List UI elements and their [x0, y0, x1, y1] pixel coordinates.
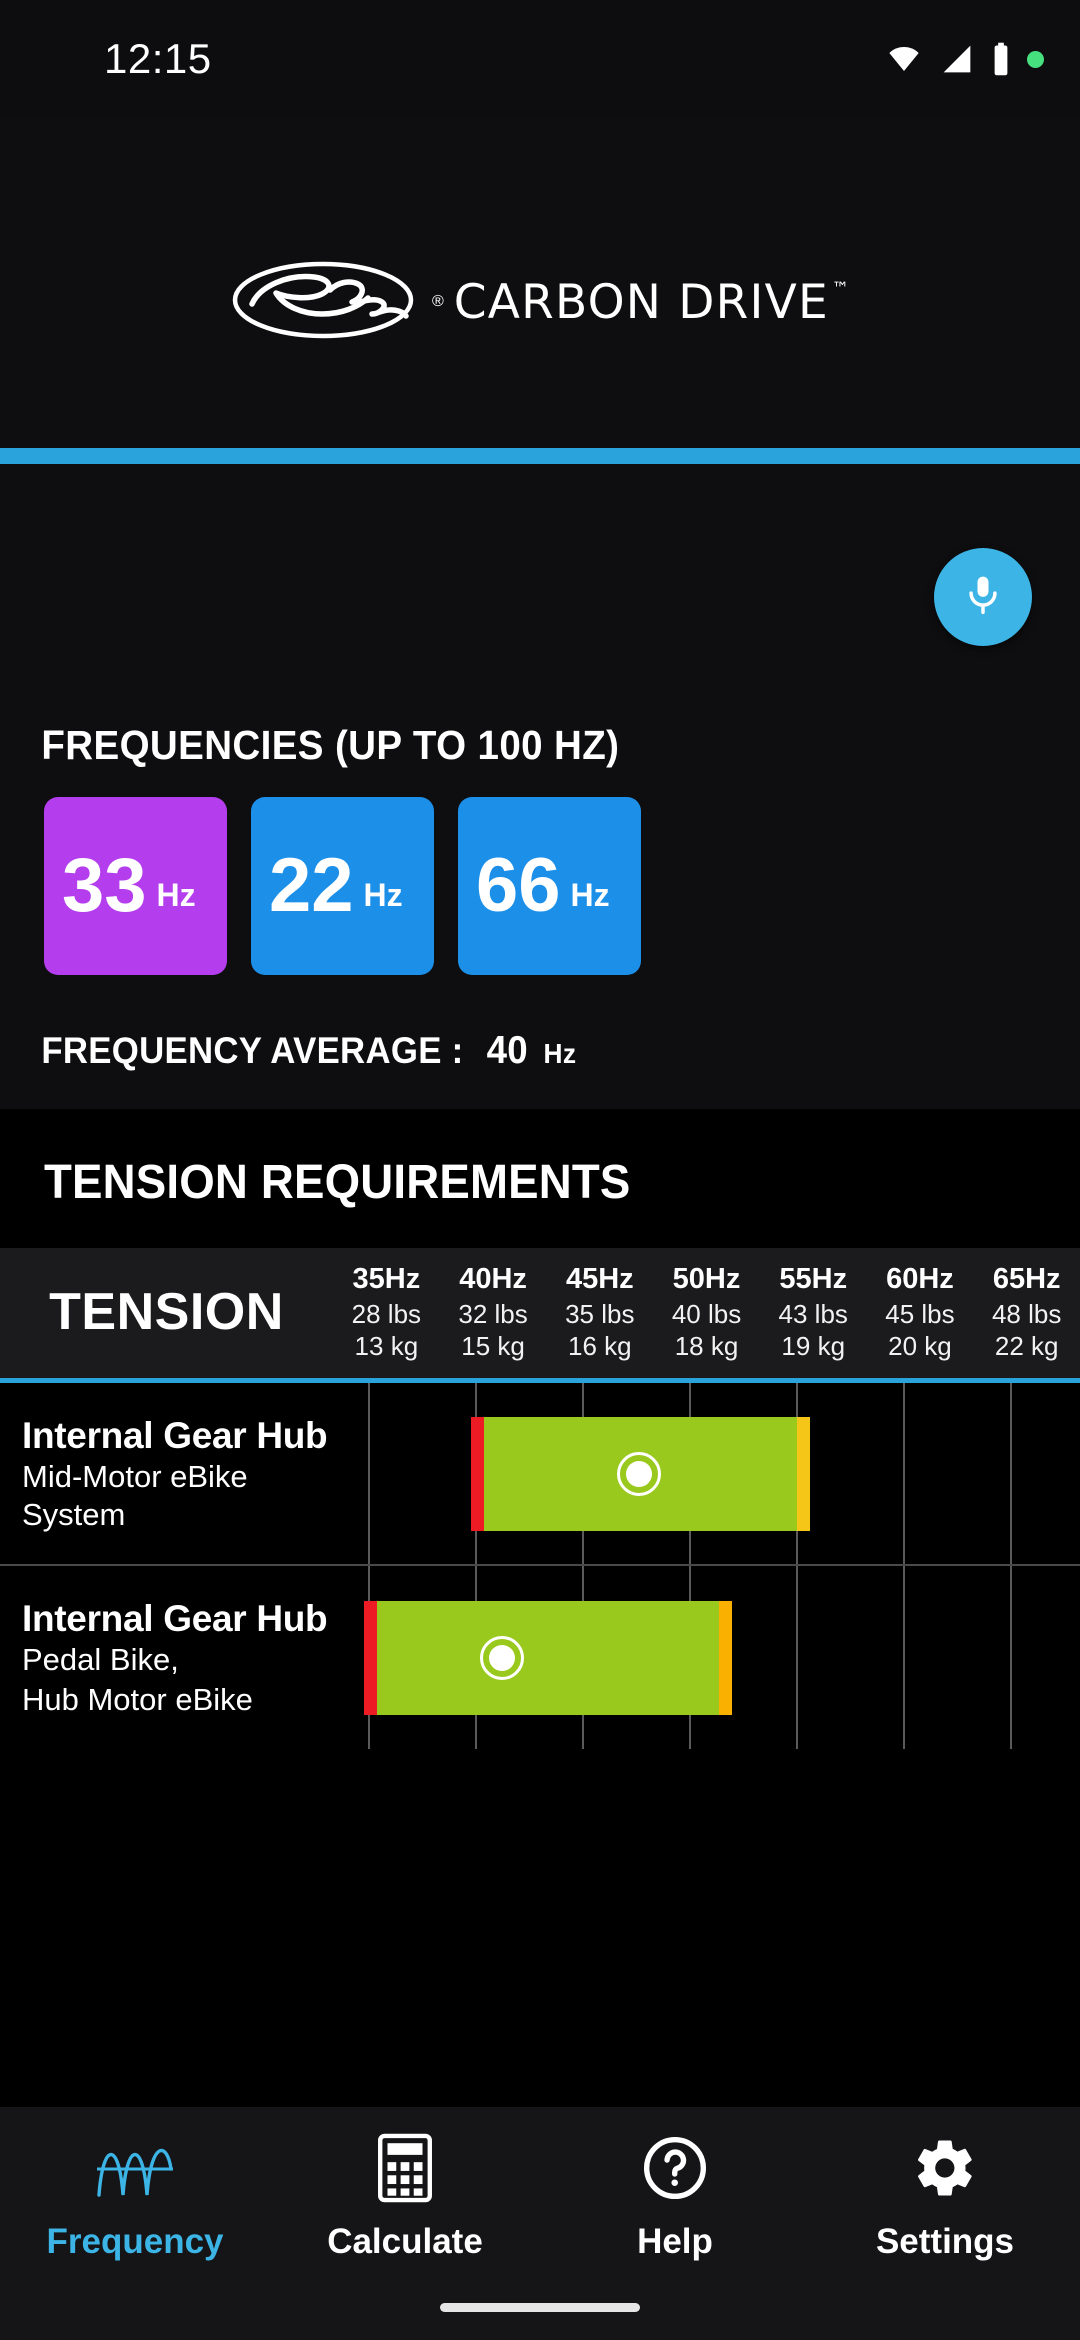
gear-icon — [912, 2133, 978, 2208]
chart-row-title: Internal Gear Hub — [22, 1598, 328, 1640]
cell-signal-icon — [939, 43, 975, 75]
chart-range-bar — [364, 1600, 732, 1715]
frequency-chip-unit: Hz — [570, 876, 610, 913]
nav-item-help[interactable]: Help — [540, 2133, 810, 2262]
frequency-average-unit: Hz — [543, 1038, 577, 1069]
tension-column-hz: 55Hz — [779, 1263, 848, 1295]
chart-bar-start-cap — [471, 1416, 484, 1531]
frequency-chip-unit: Hz — [156, 876, 196, 913]
tension-column: 45Hz 35 lbs 16 kg — [546, 1262, 653, 1362]
tension-column-lbs: 48 lbs — [991, 1298, 1062, 1329]
chart-row-label: Internal Gear Hub Pedal Bike, Hub Motor … — [0, 1598, 333, 1718]
tension-column: 40Hz 32 lbs 15 kg — [440, 1262, 547, 1362]
nav-item-settings[interactable]: Settings — [810, 2133, 1080, 2262]
product-name: CARBON DRIVE — [453, 274, 829, 330]
home-indicator[interactable] — [440, 2303, 640, 2312]
tension-requirements-title: TENSION REQUIREMENTS — [44, 1156, 631, 1209]
bottom-navigation-bar: Frequency Calculate Help Settings — [0, 2107, 1080, 2340]
chart-bar-start-cap — [364, 1600, 377, 1715]
frequency-chip-value: 66 — [476, 843, 561, 928]
nav-item-help-label: Help — [637, 2222, 713, 2261]
chart-row-title: Internal Gear Hub — [22, 1415, 328, 1457]
chart-row[interactable]: Internal Gear Hub Mid-Motor eBike System — [0, 1383, 1080, 1567]
status-bar: 12:15 — [0, 0, 1080, 118]
status-bar-icons — [885, 42, 1044, 76]
frequency-panel: FREQUENCIES (UP TO 100 HZ) 33 Hz 22 Hz 6… — [0, 464, 1080, 1109]
frequency-average-label: FREQUENCY AVERAGE : — [41, 1030, 464, 1071]
calculator-icon — [374, 2133, 436, 2208]
tension-column: 35Hz 28 lbs 13 kg — [333, 1262, 440, 1362]
question-circle-icon — [641, 2133, 709, 2208]
frequency-readings-list: 33 Hz 22 Hz 66 Hz — [0, 769, 1080, 975]
battery-icon — [991, 42, 1011, 76]
chart-row-subtitle-line1: Pedal Bike, — [22, 1642, 179, 1678]
nav-item-frequency[interactable]: Frequency — [0, 2133, 270, 2262]
tension-column-lbs: 45 lbs — [885, 1298, 955, 1329]
trademark-mark: ™ — [831, 278, 851, 299]
nav-item-settings-label: Settings — [875, 2222, 1015, 2261]
brand-divider — [0, 448, 1080, 464]
tension-column-hz: 35Hz — [352, 1263, 421, 1295]
chart-row-label: Internal Gear Hub Mid-Motor eBike System — [0, 1415, 333, 1533]
tension-table-header-row: TENSION 35Hz 28 lbs 13 kg 40Hz 32 lbs 15… — [0, 1248, 1080, 1379]
chart-target-marker — [480, 1635, 524, 1680]
nav-item-frequency-label: Frequency — [46, 2222, 224, 2261]
tension-column-lbs: 40 lbs — [671, 1298, 742, 1329]
frequency-chip[interactable]: 22 Hz — [251, 797, 434, 975]
chart-bar-body — [377, 1600, 719, 1715]
tension-column: 60Hz 45 lbs 20 kg — [867, 1262, 974, 1362]
gates-oval-logo-icon — [230, 260, 422, 344]
frequency-chip-value: 22 — [269, 843, 354, 928]
tension-column-hz: 50Hz — [672, 1263, 741, 1295]
carbon-drive-wordmark: CARBON DRIVE ™ — [454, 275, 850, 330]
frequency-chip[interactable]: 33 Hz — [44, 797, 227, 975]
tension-column-kg: 22 kg — [994, 1331, 1059, 1362]
tension-column: 50Hz 40 lbs 18 kg — [653, 1262, 760, 1362]
chart-bar-body — [484, 1416, 797, 1531]
tension-column-kg: 19 kg — [781, 1331, 846, 1362]
wifi-icon — [885, 43, 923, 75]
tension-column-hz: 40Hz — [459, 1263, 527, 1295]
frequency-average-value: 40 — [486, 1029, 528, 1072]
chart-range-bar — [471, 1416, 810, 1531]
tension-column-hz: 45Hz — [565, 1263, 634, 1295]
tension-requirements-header: TENSION REQUIREMENTS — [0, 1109, 1080, 1248]
tension-column-kg: 15 kg — [461, 1331, 525, 1362]
tension-column-lbs: 28 lbs — [351, 1298, 422, 1329]
chart-bar-end-cap — [797, 1416, 810, 1531]
tension-column-hz: 60Hz — [886, 1263, 954, 1295]
tension-column-lbs: 32 lbs — [458, 1298, 528, 1329]
tension-chart: Internal Gear Hub Mid-Motor eBike System… — [0, 1383, 1080, 1750]
chart-target-marker — [617, 1451, 661, 1496]
waveform-icon — [89, 2133, 181, 2208]
tension-column-kg: 18 kg — [674, 1331, 739, 1362]
chart-row[interactable]: Internal Gear Hub Pedal Bike, Hub Motor … — [0, 1566, 1080, 1749]
tension-column: 65Hz 48 lbs 22 kg — [973, 1262, 1080, 1362]
frequencies-heading: FREQUENCIES (UP TO 100 HZ) — [41, 722, 620, 768]
tension-column-kg: 13 kg — [354, 1331, 419, 1362]
nav-item-calculate[interactable]: Calculate — [270, 2133, 540, 2262]
tension-column-kg: 20 kg — [888, 1331, 952, 1362]
frequency-chip-unit: Hz — [363, 876, 403, 913]
tension-column: 55Hz 43 lbs 19 kg — [760, 1262, 867, 1362]
tension-column-kg: 16 kg — [567, 1331, 632, 1362]
tension-table-columns: 35Hz 28 lbs 13 kg 40Hz 32 lbs 15 kg 45Hz… — [333, 1262, 1080, 1362]
chart-bar-end-cap — [719, 1600, 732, 1715]
frequency-chip[interactable]: 66 Hz — [458, 797, 641, 975]
tension-column-hz: 65Hz — [992, 1263, 1061, 1295]
registered-mark: ® — [431, 293, 444, 310]
status-bar-clock: 12:15 — [104, 35, 212, 82]
nav-item-calculate-label: Calculate — [327, 2222, 483, 2261]
recording-dot-icon — [1027, 50, 1044, 68]
gates-carbon-drive-logo: ® CARBON DRIVE ™ — [230, 156, 850, 448]
chart-row-subtitle: Mid-Motor eBike System — [22, 1459, 248, 1532]
frequency-average: FREQUENCY AVERAGE : 40 Hz — [0, 975, 1015, 1073]
brand-header: ® CARBON DRIVE ™ — [0, 118, 1080, 448]
tension-table-row-label: TENSION — [49, 1283, 284, 1342]
frequency-chip-value: 33 — [62, 843, 147, 928]
tension-column-lbs: 43 lbs — [778, 1298, 848, 1329]
tension-column-lbs: 35 lbs — [565, 1298, 635, 1329]
chart-row-subtitle-line2: Hub Motor eBike — [22, 1681, 253, 1717]
